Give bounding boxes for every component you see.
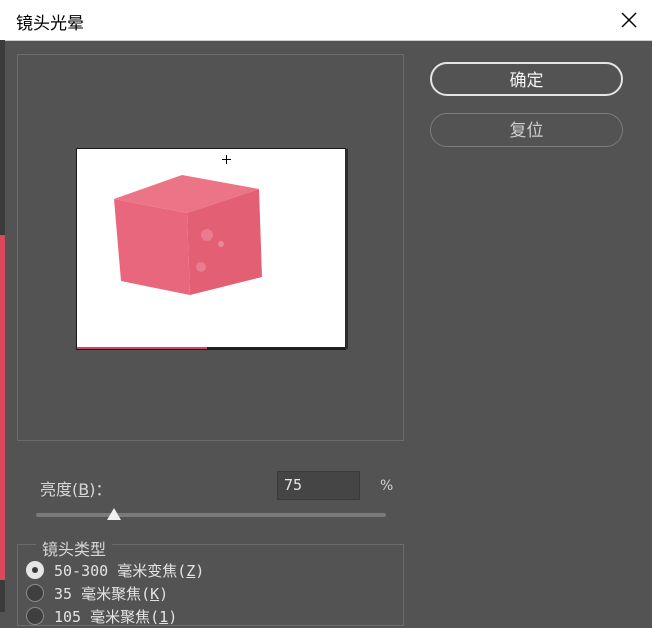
brightness-slider-track[interactable]	[36, 513, 386, 517]
reset-button[interactable]: 复位	[430, 113, 623, 147]
radio-button[interactable]	[26, 561, 44, 579]
radio-button[interactable]	[26, 607, 44, 625]
preview-panel	[17, 54, 404, 441]
canvas-bottom-edge	[77, 347, 345, 349]
brightness-input[interactable]: 75	[277, 471, 360, 500]
background-window-edge	[0, 40, 5, 612]
close-button[interactable]	[606, 0, 652, 40]
ok-button[interactable]: 确定	[430, 62, 623, 96]
title-bar: 镜头光晕	[0, 0, 652, 41]
canvas-right-edge	[345, 149, 348, 349]
flare-center-crosshair[interactable]	[222, 155, 231, 164]
window-title: 镜头光晕	[16, 14, 84, 34]
percent-unit: %	[380, 478, 394, 494]
radio-button[interactable]	[26, 584, 44, 602]
brightness-slider-thumb[interactable]	[107, 508, 121, 520]
brightness-label: 亮度(B)：	[40, 480, 112, 499]
close-icon	[621, 12, 637, 28]
preview-canvas[interactable]	[76, 148, 348, 350]
cube-image	[114, 175, 262, 295]
lens-type-title: 镜头类型	[36, 536, 113, 560]
